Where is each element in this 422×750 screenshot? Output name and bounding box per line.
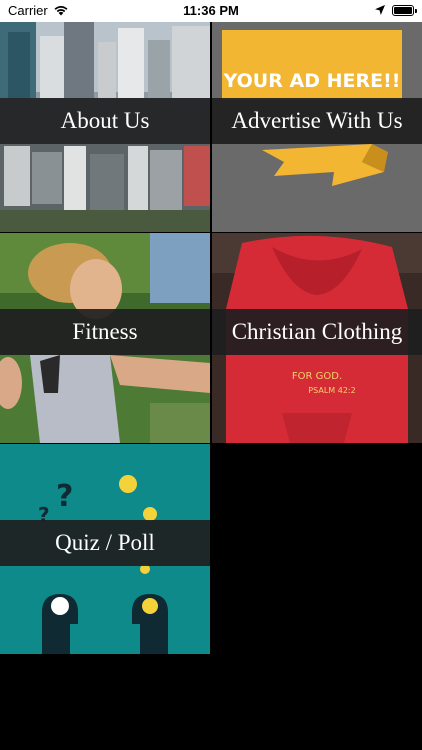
tile-label-about-us: About Us [60,108,150,133]
tile-label-advertise-with-us: Advertise With Us [231,108,403,133]
hoodie-print-line-2: PSALM 42:2 [308,386,356,395]
tile-label-band: Fitness [0,309,210,355]
tile-advertise-with-us[interactable]: YOUR AD HERE!! Advertise With Us [212,22,422,232]
tile-quiz-poll[interactable]: ? ? Quiz / Poll [0,444,210,654]
clock-label: 11:36 PM [183,3,239,18]
tile-label-band: Quiz / Poll [0,520,210,566]
battery-icon [392,5,417,16]
tile-label-fitness: Fitness [72,319,138,344]
tile-label-quiz-poll: Quiz / Poll [55,530,155,555]
status-bar: Carrier 11:36 PM [0,0,422,22]
tile-christian-clothing[interactable]: FOR GOD. PSALM 42:2 Christian Clothing [212,233,422,443]
location-icon [375,5,385,15]
tile-label-christian-clothing: Christian Clothing [231,319,403,344]
svg-text:?: ? [56,479,73,514]
tile-label-band: Christian Clothing [212,309,422,355]
tile-label-band: Advertise With Us [212,98,422,144]
tile-fitness[interactable]: Fitness [0,233,210,443]
ad-banner-text: YOUR AD HERE!! [223,70,401,92]
tile-about-us[interactable]: About Us [0,22,210,232]
hoodie-print-line-1: FOR GOD. [291,371,343,382]
tile-label-band: About Us [0,98,210,144]
